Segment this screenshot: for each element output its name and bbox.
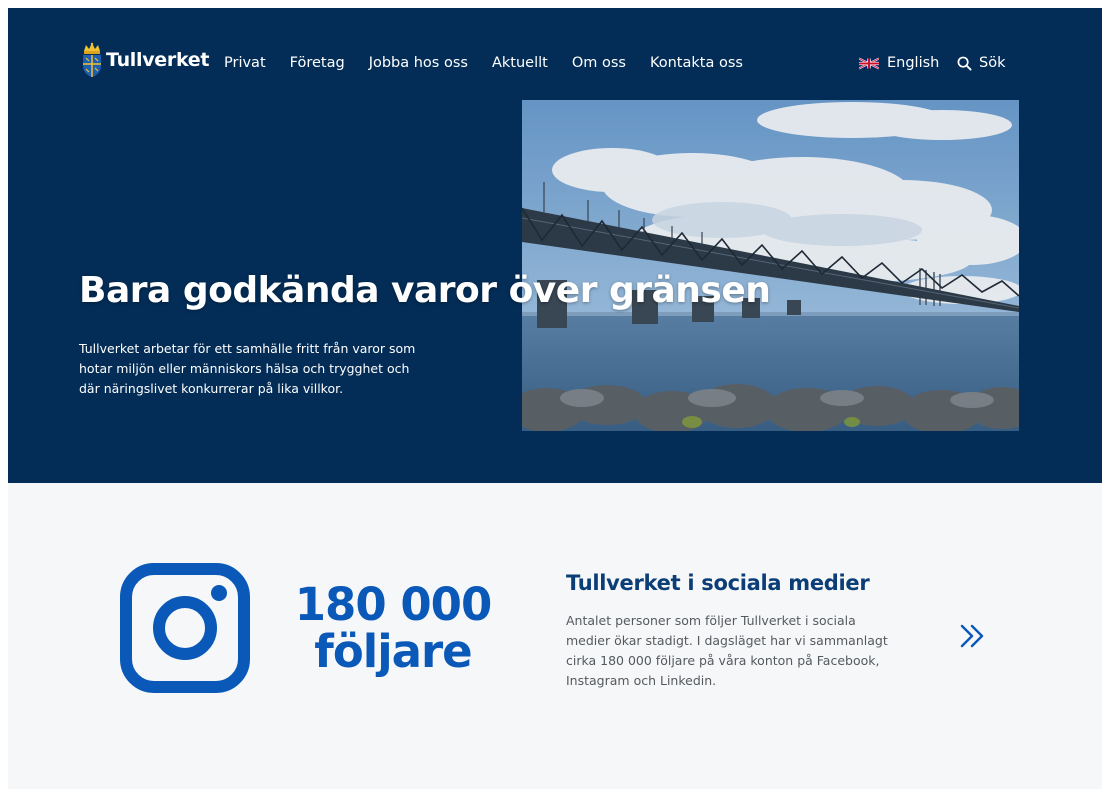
social-description: Antalet personer som följer Tullverket i…: [566, 613, 888, 688]
top-navigation: Tullverket Privat Företag Jobba hos oss …: [8, 8, 1102, 108]
search-button[interactable]: Sök: [957, 55, 1005, 71]
crest-logo-icon: [83, 42, 101, 77]
nav-item-foretag[interactable]: Företag: [290, 55, 345, 71]
nav-item-privat[interactable]: Privat: [224, 55, 266, 71]
followers-word: följare: [314, 625, 472, 678]
search-label: Sök: [979, 55, 1006, 71]
search-icon: [957, 56, 972, 71]
double-chevron-right-icon[interactable]: [958, 621, 988, 651]
bridge-photo: [522, 100, 1019, 431]
nav-item-kontakta-oss[interactable]: Kontakta oss: [650, 55, 743, 71]
logo-text: Tullverket: [106, 49, 210, 71]
page: Tullverket Privat Företag Jobba hos oss …: [8, 8, 1102, 789]
hero-section: Tullverket Privat Företag Jobba hos oss …: [8, 8, 1102, 483]
instagram-icon: [120, 563, 250, 693]
main-menu: Privat Företag Jobba hos oss Aktuellt Om…: [224, 55, 767, 71]
language-link[interactable]: English: [859, 55, 939, 71]
social-media-section: 180 000 följare Tullverket i sociala med…: [8, 483, 1102, 789]
hero-description: Tullverket arbetar för ett samhälle frit…: [79, 341, 416, 396]
hero-image-bridge: [522, 100, 1019, 431]
hero-title: Bara godkända varor över gränsen: [79, 270, 771, 311]
nav-item-jobba-hos-oss[interactable]: Jobba hos oss: [369, 55, 468, 71]
nav-item-aktuellt[interactable]: Aktuellt: [492, 55, 548, 71]
social-title-link[interactable]: Tullverket i sociala medier: [566, 571, 870, 595]
language-label: English: [887, 55, 940, 71]
followers-number: 180 000: [294, 578, 493, 631]
uk-flag-icon: [859, 57, 879, 69]
followers-count: 180 000 följare: [288, 581, 498, 675]
nav-item-om-oss[interactable]: Om oss: [572, 55, 626, 71]
logo-link[interactable]: Tullverket: [81, 40, 209, 80]
